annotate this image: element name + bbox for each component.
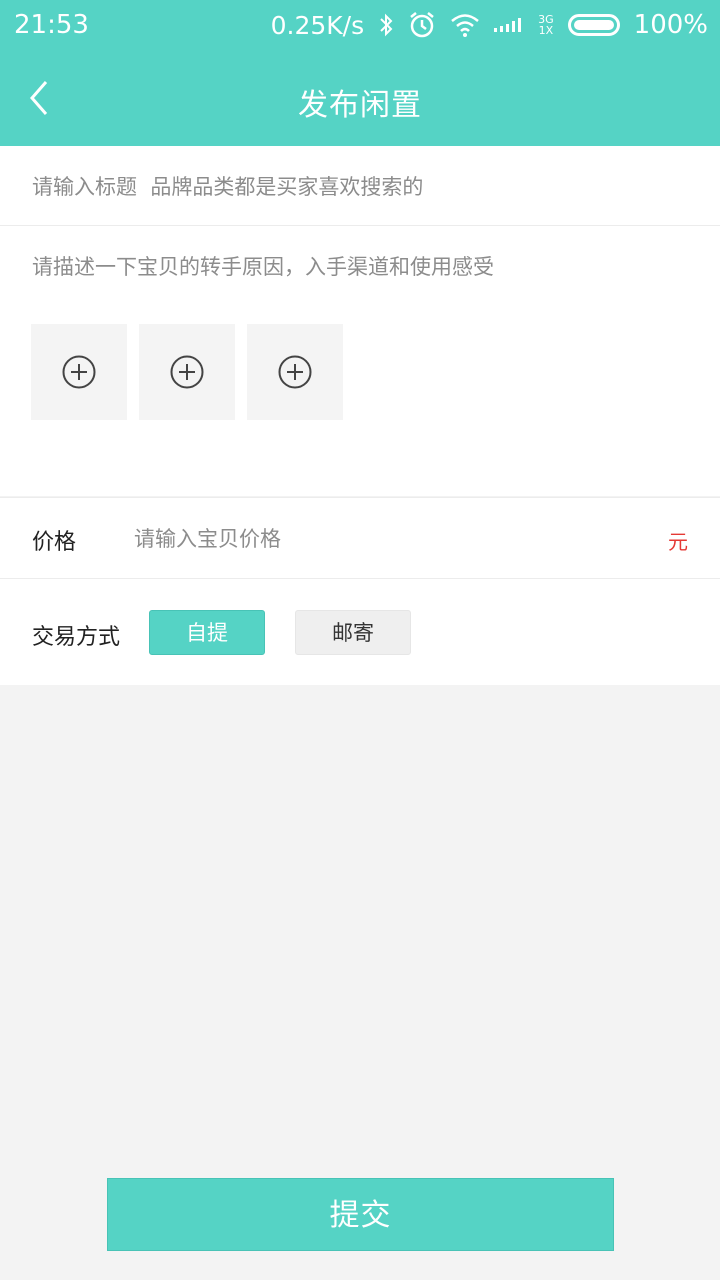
app-header: 21:53 0.25K/s 3G 1X 100% 发布闲置 — [0, 0, 720, 146]
status-indicators: 0.25K/s 3G 1X 100% — [271, 10, 708, 40]
submit-button[interactable]: 提交 — [107, 1178, 614, 1251]
description-input[interactable] — [32, 250, 682, 284]
add-photo-slot[interactable] — [139, 324, 235, 420]
nav-bar: 发布闲置 — [0, 50, 720, 146]
trade-option-pickup[interactable]: 自提 — [149, 610, 265, 655]
page-title: 发布闲置 — [298, 88, 422, 123]
price-unit: 元 — [668, 530, 688, 554]
trade-option-mail[interactable]: 邮寄 — [295, 610, 411, 655]
title-row — [0, 146, 720, 226]
status-time: 21:53 — [14, 10, 89, 40]
listing-content-section — [0, 146, 720, 496]
title-input[interactable] — [32, 170, 682, 204]
trade-method-label: 交易方式 — [32, 625, 121, 650]
add-photo-slot[interactable] — [247, 324, 343, 420]
network-type-bottom: 1X — [538, 24, 554, 37]
alarm-icon — [410, 12, 434, 38]
wifi-icon — [451, 14, 479, 37]
network-speed: 0.25K/s — [270, 10, 365, 40]
price-label: 价格 — [32, 530, 77, 555]
price-trade-section: 价格 元 交易方式 自提 邮寄 — [0, 497, 720, 685]
price-input[interactable] — [134, 522, 614, 556]
cell-signal-icon — [494, 18, 522, 32]
add-circle-icon — [62, 355, 96, 389]
battery-level: 100% — [633, 10, 708, 40]
network-type: 3G 1X — [538, 14, 554, 36]
status-bar: 21:53 0.25K/s 3G 1X 100% — [0, 0, 720, 50]
bluetooth-icon — [380, 13, 393, 37]
battery-icon — [567, 14, 620, 36]
trade-method-row: 交易方式 自提 邮寄 — [0, 579, 720, 685]
price-row: 价格 元 — [0, 498, 720, 579]
add-circle-icon — [278, 355, 312, 389]
add-photo-slot[interactable] — [31, 324, 127, 420]
add-circle-icon — [170, 355, 204, 389]
